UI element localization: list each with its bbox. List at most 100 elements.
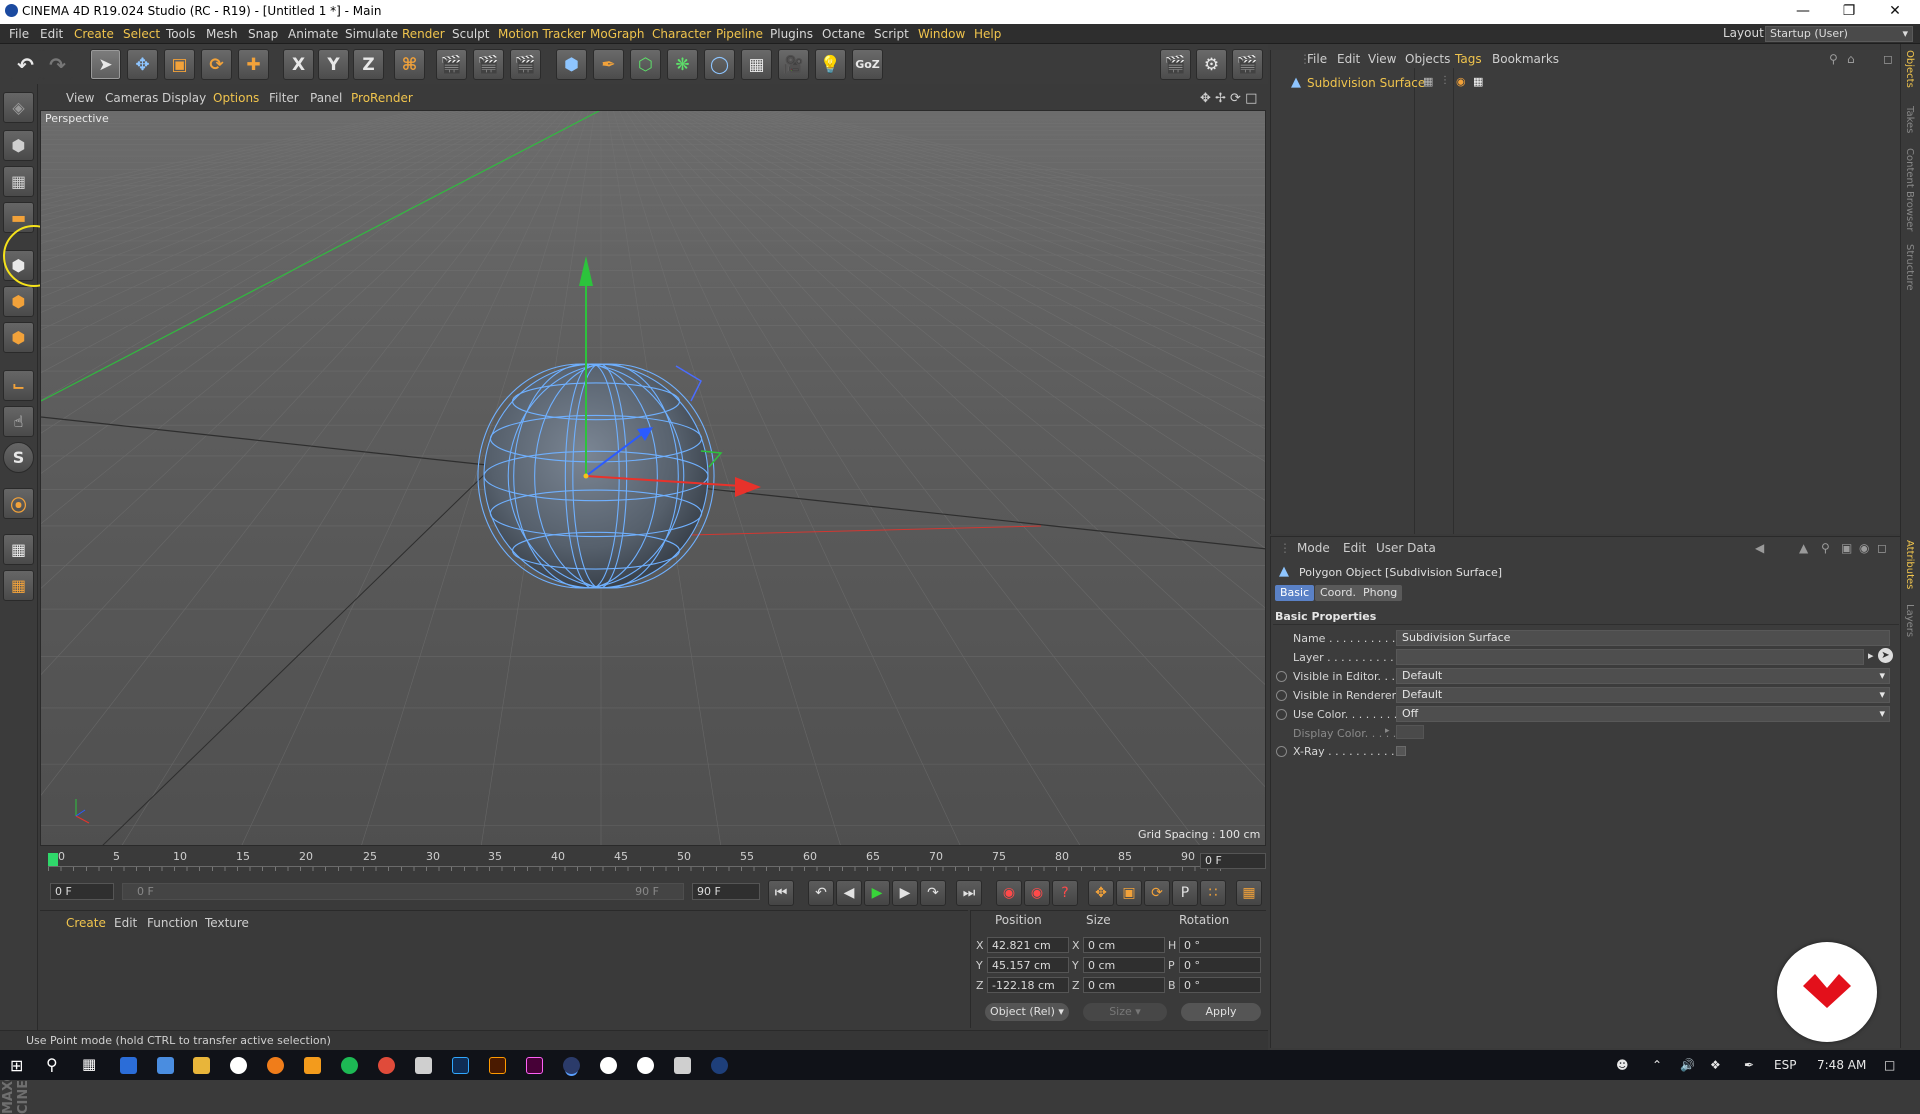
menu-render[interactable]: Render <box>402 27 445 41</box>
xd-icon[interactable] <box>526 1057 543 1074</box>
camera-icon[interactable]: 🎥 <box>778 49 809 80</box>
app-icon[interactable] <box>157 1057 174 1074</box>
expand-arrow-icon[interactable]: ▸ <box>1385 726 1390 736</box>
tab-coord[interactable]: Coord. <box>1315 585 1361 601</box>
menu-pipeline[interactable]: Pipeline <box>716 27 763 41</box>
size-mode-dropdown[interactable]: Size ▾ <box>1083 1003 1167 1021</box>
viewport-menu-view[interactable]: View <box>66 91 94 105</box>
menu-tools[interactable]: Tools <box>166 27 196 41</box>
menu-mograph[interactable]: MoGraph <box>590 27 645 41</box>
size-x-field[interactable]: 0 cm <box>1083 937 1165 953</box>
menu-window[interactable]: Window <box>918 27 965 41</box>
people-icon[interactable]: ☻ <box>1616 1058 1629 1072</box>
light-icon[interactable]: 💡 <box>815 49 846 80</box>
phong-tag-icon[interactable]: ◉ <box>1456 75 1466 88</box>
new-panel-icon[interactable]: ◉ <box>1859 541 1869 555</box>
side-tab-takes[interactable]: Takes <box>1904 106 1915 133</box>
menu-animate[interactable]: Animate <box>288 27 338 41</box>
material-manager[interactable]: Create Edit Function Texture <box>40 910 968 1028</box>
search-icon[interactable]: ⚲ <box>1829 52 1838 66</box>
app-icon[interactable] <box>674 1057 691 1074</box>
floor-icon[interactable]: ▦ <box>741 49 772 80</box>
position-x-field[interactable]: 42.821 cm <box>987 937 1069 953</box>
side-tab-content-browser[interactable]: Content Browser <box>1904 148 1915 231</box>
viewport-menu-panel[interactable]: Panel <box>310 91 342 105</box>
x-axis-lock-button[interactable]: X <box>283 49 314 80</box>
blender-icon[interactable] <box>267 1057 284 1074</box>
menu-create[interactable]: Create <box>74 27 114 41</box>
back-arrow-icon[interactable]: ◀ <box>1755 541 1764 555</box>
current-frame-field[interactable]: 0 F <box>1200 853 1266 869</box>
viewport-menu-prorender[interactable]: ProRender <box>351 91 413 105</box>
x-ray-radio[interactable] <box>1276 746 1287 757</box>
menu-edit[interactable]: Edit <box>40 27 63 41</box>
deformer-icon[interactable]: ◯ <box>704 49 735 80</box>
apply-button[interactable]: Apply <box>1181 1003 1261 1021</box>
app-icon[interactable] <box>711 1057 728 1074</box>
display-color-swatch[interactable] <box>1396 725 1424 739</box>
undo-icon[interactable]: ↶ <box>10 49 41 80</box>
enable-snap-icon[interactable]: ⦿ <box>3 488 34 519</box>
attr-menu-user-data[interactable]: User Data <box>1376 541 1436 555</box>
attr-menu-mode[interactable]: Mode <box>1297 541 1330 555</box>
menu-character[interactable]: Character <box>652 27 711 41</box>
record-active-objects-icon[interactable]: ◉ <box>996 880 1022 906</box>
prop-name-field[interactable]: Subdivision Surface <box>1396 630 1890 646</box>
viewport-menu-cameras[interactable]: Cameras <box>105 91 158 105</box>
illustrator-icon[interactable] <box>489 1057 506 1074</box>
vlc-icon[interactable] <box>304 1057 321 1074</box>
preview-range-slider[interactable]: 0 F 90 F <box>122 883 684 900</box>
interactive-render-icon[interactable]: 🎬 <box>1232 49 1263 80</box>
cinema4d-taskbar-icon[interactable] <box>563 1057 580 1074</box>
redo-icon[interactable]: ↷ <box>42 49 73 80</box>
move-tool-icon[interactable]: ✥ <box>127 49 158 80</box>
size-z-field[interactable]: 0 cm <box>1083 977 1165 993</box>
tray-chevron-icon[interactable]: ⌃ <box>1652 1058 1662 1072</box>
previous-frame-icon[interactable]: ◀ <box>836 880 862 906</box>
app-icon[interactable] <box>600 1057 617 1074</box>
position-y-field[interactable]: 45.157 cm <box>987 957 1069 973</box>
task-view-icon[interactable]: ▦ <box>82 1055 96 1073</box>
record-parameter-icon[interactable]: P <box>1172 880 1198 906</box>
menu-plugins[interactable]: Plugins <box>770 27 813 41</box>
side-tab-layers[interactable]: Layers <box>1904 604 1915 637</box>
planar-workplane-icon[interactable]: ▦ <box>3 570 34 601</box>
render-region-icon[interactable]: 🎬 <box>1160 49 1191 80</box>
language-indicator[interactable]: ESP <box>1774 1058 1796 1072</box>
object-menu-view[interactable]: View <box>1368 52 1396 66</box>
play-forward-icon[interactable]: ▶ <box>864 880 890 906</box>
prop-use-color-dropdown[interactable]: Off ▾ <box>1396 706 1890 722</box>
material-tag-icon[interactable]: ▦ <box>1473 75 1483 88</box>
rotation-h-field[interactable]: 0 ° <box>1179 937 1261 953</box>
action-center-icon[interactable]: □ <box>1884 1058 1895 1072</box>
app-icon[interactable] <box>230 1057 247 1074</box>
editor-render-dots-icon[interactable]: ⋮ <box>1440 75 1450 86</box>
object-menu-tags[interactable]: Tags <box>1455 52 1482 66</box>
rotation-b-field[interactable]: 0 ° <box>1179 977 1261 993</box>
object-menu-edit[interactable]: Edit <box>1337 52 1360 66</box>
chrome-icon[interactable] <box>378 1057 395 1074</box>
y-axis-lock-button[interactable]: Y <box>318 49 349 80</box>
menu-simulate[interactable]: Simulate <box>345 27 398 41</box>
panel-menu-icon[interactable]: ◻ <box>1877 541 1887 555</box>
object-menu-objects[interactable]: Objects <box>1405 52 1450 66</box>
menu-octane[interactable]: Octane <box>822 27 865 41</box>
edit-render-settings-icon[interactable]: 🎬 <box>510 49 541 80</box>
recent-tools-icon[interactable]: ✚ <box>238 49 269 80</box>
store-app-icon[interactable] <box>120 1057 137 1074</box>
layer-visibility-icon[interactable]: ▦ <box>1423 75 1433 88</box>
prop-visible-renderer-dropdown[interactable]: Default ▾ <box>1396 687 1890 703</box>
menu-snap[interactable]: Snap <box>248 27 278 41</box>
spotify-icon[interactable] <box>341 1057 358 1074</box>
app-icon[interactable] <box>415 1057 432 1074</box>
subdivision-surface-icon[interactable]: ⬡ <box>630 49 661 80</box>
menu-motion-tracker[interactable]: Motion Tracker <box>498 27 586 41</box>
restore-button[interactable]: ❐ <box>1826 0 1872 24</box>
material-menu-edit[interactable]: Edit <box>114 916 137 930</box>
timeline-window-icon[interactable]: ▦ <box>1236 880 1262 906</box>
side-tab-structure[interactable]: Structure <box>1904 244 1915 291</box>
layer-picker-icon[interactable]: ➤ <box>1878 648 1893 663</box>
prop-visible-editor-dropdown[interactable]: Default ▾ <box>1396 668 1890 684</box>
timeline-ruler[interactable]: 0 5 10 15 20 25 30 35 40 45 50 55 60 65 … <box>40 848 1266 872</box>
use-color-radio[interactable] <box>1276 709 1287 720</box>
